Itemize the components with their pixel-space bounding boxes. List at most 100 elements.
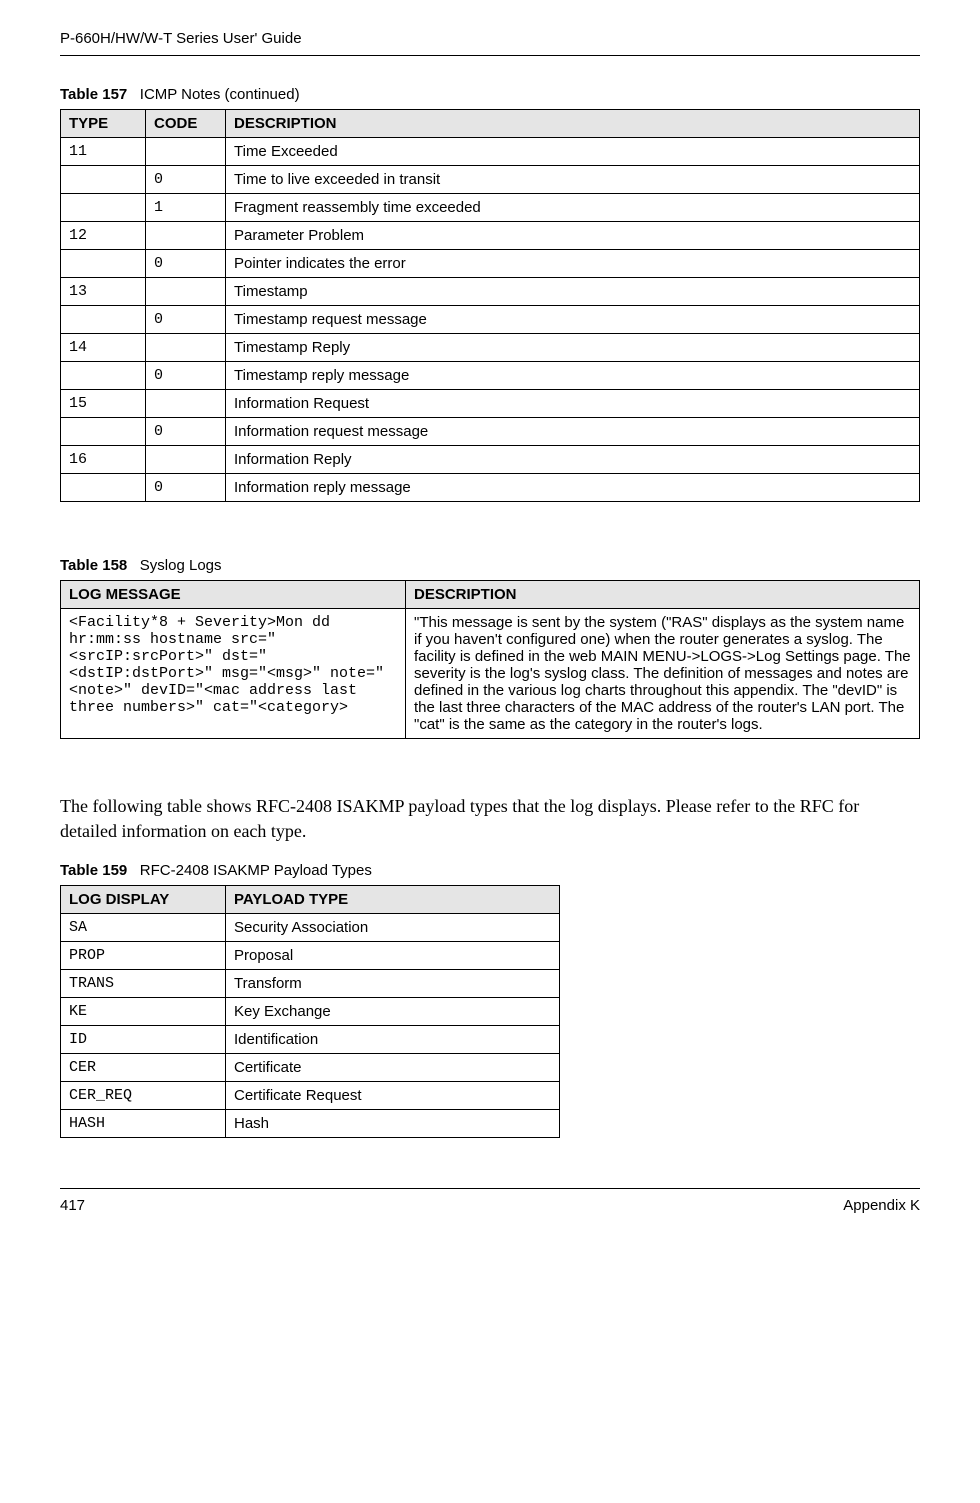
td-desc: Timestamp	[226, 278, 920, 306]
td-payload-type: Identification	[226, 1026, 560, 1054]
page-footer: 417 Appendix K	[60, 1188, 920, 1214]
td-payload-type: Hash	[226, 1110, 560, 1138]
th-log-message: LOG MESSAGE	[61, 581, 406, 609]
td-desc: Timestamp reply message	[226, 362, 920, 390]
td-log-message: <Facility*8 + Severity>Mon dd hr:mm:ss h…	[61, 609, 406, 739]
td-desc: Timestamp Reply	[226, 334, 920, 362]
td-payload-type: Certificate	[226, 1054, 560, 1082]
table-header-row: LOG DISPLAY PAYLOAD TYPE	[61, 886, 560, 914]
table-row: 1 Fragment reassembly time exceeded	[61, 194, 920, 222]
icmp-table: TYPE CODE DESCRIPTION 11 Time Exceeded 0…	[60, 109, 920, 502]
td-code: 1	[146, 194, 226, 222]
td-type: 11	[61, 138, 146, 166]
td-code: 0	[146, 362, 226, 390]
table-row: 0 Information reply message	[61, 474, 920, 502]
page-header-title: P-660H/HW/W-T Series User' Guide	[60, 30, 920, 47]
th-log-display: LOG DISPLAY	[61, 886, 226, 914]
footer-appendix: Appendix K	[843, 1197, 920, 1214]
table-row: 0 Timestamp reply message	[61, 362, 920, 390]
td-desc: Fragment reassembly time exceeded	[226, 194, 920, 222]
td-payload-type: Key Exchange	[226, 998, 560, 1026]
table-row: PROP Proposal	[61, 942, 560, 970]
td-type: 12	[61, 222, 146, 250]
table157-caption-prefix: Table 157	[60, 86, 127, 103]
table-row: 11 Time Exceeded	[61, 138, 920, 166]
td-desc: Information request message	[226, 418, 920, 446]
td-desc: Parameter Problem	[226, 222, 920, 250]
td-code	[146, 278, 226, 306]
table157-caption-text: ICMP Notes (continued)	[140, 86, 300, 103]
td-log-display: CER_REQ	[61, 1082, 226, 1110]
td-type	[61, 194, 146, 222]
table-row: 0 Information request message	[61, 418, 920, 446]
td-description: "This message is sent by the system ("RA…	[406, 609, 920, 739]
table-row: <Facility*8 + Severity>Mon dd hr:mm:ss h…	[61, 609, 920, 739]
td-code: 0	[146, 166, 226, 194]
payload-table: LOG DISPLAY PAYLOAD TYPE SA Security Ass…	[60, 885, 560, 1138]
th-description: DESCRIPTION	[226, 110, 920, 138]
table-header-row: LOG MESSAGE DESCRIPTION	[61, 581, 920, 609]
table-row: 13 Timestamp	[61, 278, 920, 306]
table-row: 0 Pointer indicates the error	[61, 250, 920, 278]
td-code: 0	[146, 474, 226, 502]
th-code: CODE	[146, 110, 226, 138]
td-code: 0	[146, 418, 226, 446]
table-row: SA Security Association	[61, 914, 560, 942]
footer-page-number: 417	[60, 1197, 85, 1214]
th-payload-type: PAYLOAD TYPE	[226, 886, 560, 914]
td-code	[146, 138, 226, 166]
td-log-display: KE	[61, 998, 226, 1026]
td-type	[61, 166, 146, 194]
td-type	[61, 474, 146, 502]
td-type: 14	[61, 334, 146, 362]
td-type	[61, 306, 146, 334]
td-payload-type: Proposal	[226, 942, 560, 970]
td-payload-type: Transform	[226, 970, 560, 998]
table-row: 12 Parameter Problem	[61, 222, 920, 250]
td-log-display: CER	[61, 1054, 226, 1082]
syslog-table: LOG MESSAGE DESCRIPTION <Facility*8 + Se…	[60, 580, 920, 739]
table-row: CER_REQ Certificate Request	[61, 1082, 560, 1110]
td-payload-type: Certificate Request	[226, 1082, 560, 1110]
table-row: 16 Information Reply	[61, 446, 920, 474]
table158-caption-text: Syslog Logs	[140, 557, 222, 574]
td-log-display: ID	[61, 1026, 226, 1054]
td-desc: Time Exceeded	[226, 138, 920, 166]
table159-caption-prefix: Table 159	[60, 862, 127, 879]
th-type: TYPE	[61, 110, 146, 138]
td-type	[61, 250, 146, 278]
table-row: ID Identification	[61, 1026, 560, 1054]
th-description: DESCRIPTION	[406, 581, 920, 609]
td-desc: Timestamp request message	[226, 306, 920, 334]
table157-caption: Table 157 ICMP Notes (continued)	[60, 86, 920, 103]
td-desc: Pointer indicates the error	[226, 250, 920, 278]
header-divider	[60, 55, 920, 56]
intro-paragraph: The following table shows RFC-2408 ISAKM…	[60, 794, 920, 844]
td-payload-type: Security Association	[226, 914, 560, 942]
table158-caption: Table 158 Syslog Logs	[60, 557, 920, 574]
td-type	[61, 418, 146, 446]
td-code: 0	[146, 250, 226, 278]
td-type: 15	[61, 390, 146, 418]
td-code	[146, 446, 226, 474]
table-header-row: TYPE CODE DESCRIPTION	[61, 110, 920, 138]
table-row: KE Key Exchange	[61, 998, 560, 1026]
td-desc: Time to live exceeded in transit	[226, 166, 920, 194]
td-code	[146, 222, 226, 250]
td-log-display: SA	[61, 914, 226, 942]
table158-caption-prefix: Table 158	[60, 557, 127, 574]
table-row: TRANS Transform	[61, 970, 560, 998]
table-row: 14 Timestamp Reply	[61, 334, 920, 362]
table-row: 15 Information Request	[61, 390, 920, 418]
td-code	[146, 334, 226, 362]
td-log-display: TRANS	[61, 970, 226, 998]
td-desc: Information reply message	[226, 474, 920, 502]
table-row: 0 Time to live exceeded in transit	[61, 166, 920, 194]
td-desc: Information Reply	[226, 446, 920, 474]
table-row: HASH Hash	[61, 1110, 560, 1138]
table-row: CER Certificate	[61, 1054, 560, 1082]
table-row: 0 Timestamp request message	[61, 306, 920, 334]
td-log-display: PROP	[61, 942, 226, 970]
td-code	[146, 390, 226, 418]
td-log-display: HASH	[61, 1110, 226, 1138]
